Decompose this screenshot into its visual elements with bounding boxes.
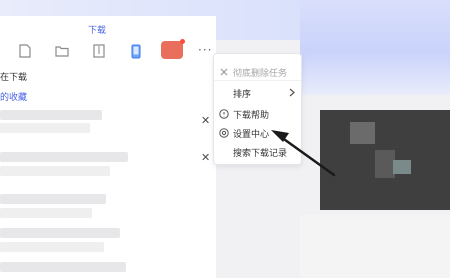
more-icon[interactable]: ··· xyxy=(198,43,212,57)
menu-item-search-history[interactable]: 搜索下载记录 xyxy=(214,143,301,161)
phone-icon[interactable] xyxy=(127,42,145,60)
menu-item-settings[interactable]: 设置中心 xyxy=(214,124,301,142)
preview-pixel xyxy=(393,160,411,174)
section-favorites[interactable]: 的收藏 xyxy=(0,90,27,103)
chevron-right-icon xyxy=(289,88,295,100)
row-close-icon[interactable]: ✕ xyxy=(201,152,210,163)
list-item xyxy=(0,166,110,176)
more-menu: 彻底删除任务 排序 下载帮助 设置中心 搜索下载记录 xyxy=(213,53,302,165)
list-item xyxy=(0,242,104,252)
menu-item-sort[interactable]: 排序 xyxy=(214,84,301,102)
list-item[interactable] xyxy=(0,262,126,272)
tab-title: 下载 xyxy=(87,26,106,36)
menu-item-delete-task[interactable]: 彻底删除任务 xyxy=(214,63,301,81)
list-item[interactable] xyxy=(0,110,102,120)
notification-dot xyxy=(180,39,185,44)
list-item xyxy=(0,123,90,133)
list-item[interactable] xyxy=(0,194,106,204)
preview-pixel xyxy=(375,150,395,178)
menu-item-help[interactable]: 下载帮助 xyxy=(214,105,301,123)
menu-divider xyxy=(214,80,301,81)
row-close-icon[interactable]: ✕ xyxy=(201,115,210,126)
menu-item-label: 搜索下载记录 xyxy=(233,149,288,159)
list-item[interactable] xyxy=(0,228,120,238)
menu-item-label: 彻底删除任务 xyxy=(233,69,288,79)
red-badge-icon[interactable] xyxy=(161,41,183,59)
lower-right-area xyxy=(300,215,450,278)
list-item[interactable] xyxy=(0,152,128,162)
preview-pixel xyxy=(350,122,375,144)
help-icon xyxy=(219,109,229,119)
close-icon xyxy=(219,67,229,77)
gear-icon xyxy=(219,128,229,138)
section-downloading[interactable]: 在下载 xyxy=(0,70,27,83)
archive-icon[interactable] xyxy=(90,42,108,60)
menu-item-label: 排序 xyxy=(233,90,252,100)
folder-icon[interactable] xyxy=(53,42,71,60)
list-item xyxy=(0,208,92,218)
menu-item-label: 设置中心 xyxy=(233,130,270,140)
right-background xyxy=(300,0,450,95)
menu-item-label: 下载帮助 xyxy=(233,111,270,121)
file-icon[interactable] xyxy=(16,42,34,60)
